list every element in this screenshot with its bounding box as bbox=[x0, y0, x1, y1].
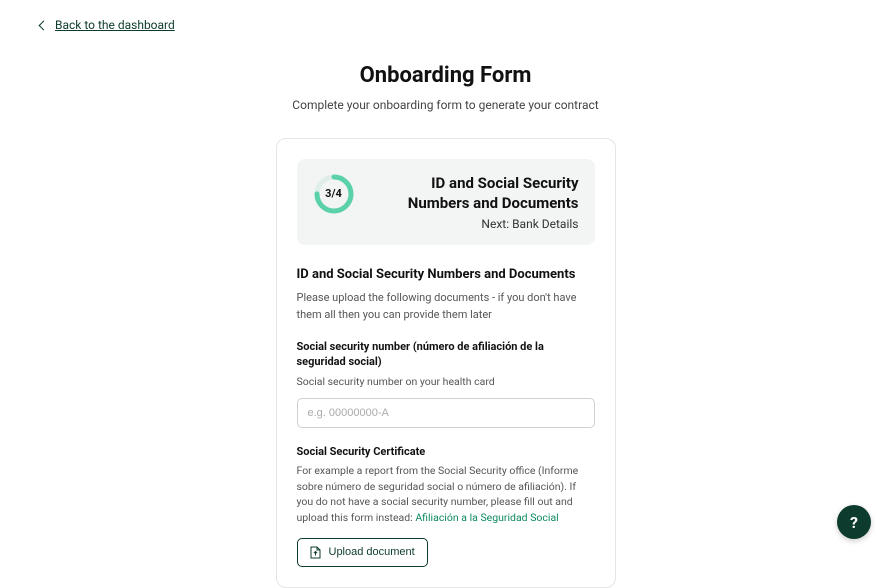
ssc-label: Social Security Certificate bbox=[297, 444, 595, 459]
ssn-input[interactable] bbox=[297, 398, 595, 428]
progress-next: Next: Bank Details bbox=[367, 217, 579, 231]
progress-step-label: 3/4 bbox=[313, 173, 355, 215]
page-subtitle: Complete your onboarding form to generat… bbox=[0, 98, 891, 112]
document-icon bbox=[310, 546, 321, 559]
ssn-help: Social security number on your health ca… bbox=[297, 374, 595, 390]
back-link-label: Back to the dashboard bbox=[55, 18, 175, 32]
progress-text: ID and Social Security Numbers and Docum… bbox=[367, 173, 579, 232]
section-title: ID and Social Security Numbers and Docum… bbox=[297, 267, 595, 282]
progress-ring: 3/4 bbox=[313, 173, 355, 215]
page-title: Onboarding Form bbox=[0, 63, 891, 88]
onboarding-card: 3/4 ID and Social Security Numbers and D… bbox=[276, 138, 616, 588]
chevron-left-icon bbox=[39, 20, 49, 30]
help-fab-button[interactable]: ? bbox=[837, 505, 871, 539]
ssc-help: For example a report from the Social Sec… bbox=[297, 463, 595, 526]
question-icon: ? bbox=[850, 513, 858, 532]
upload-document-button[interactable]: Upload document bbox=[297, 538, 428, 567]
progress-box: 3/4 ID and Social Security Numbers and D… bbox=[297, 159, 595, 246]
upload-button-label: Upload document bbox=[329, 546, 415, 558]
progress-heading: ID and Social Security Numbers and Docum… bbox=[367, 173, 579, 214]
back-to-dashboard-link[interactable]: Back to the dashboard bbox=[40, 18, 175, 32]
section-description: Please upload the following documents - … bbox=[297, 290, 595, 323]
ssn-label: Social security number (número de afilia… bbox=[297, 339, 595, 370]
affiliation-link[interactable]: Afiliación a la Seguridad Social bbox=[415, 511, 558, 524]
